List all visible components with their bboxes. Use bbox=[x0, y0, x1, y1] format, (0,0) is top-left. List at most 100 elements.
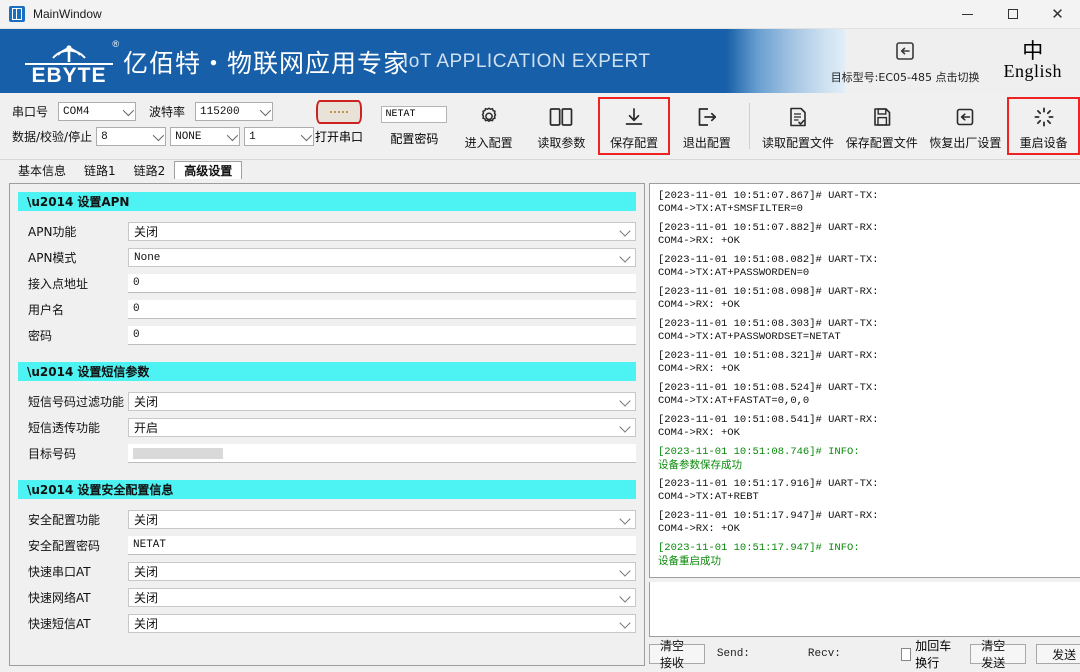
fast-sms-at-label: 快速短信AT bbox=[28, 617, 91, 631]
apn-mode-label: APN模式 bbox=[28, 251, 77, 265]
tab-link2[interactable]: 链路2 bbox=[125, 161, 175, 179]
field-row: 密码 0 bbox=[18, 324, 636, 347]
config-password-group: NETAT 配置密码 bbox=[377, 97, 453, 155]
apn-username-input[interactable]: 0 bbox=[128, 300, 636, 319]
read-params-button[interactable]: 读取参数 bbox=[525, 97, 598, 155]
security-password-input[interactable]: NETAT bbox=[128, 536, 636, 555]
enter-config-label: 进入配置 bbox=[464, 136, 513, 150]
sms-filter-value: 关闭 bbox=[134, 395, 159, 409]
restart-device-button[interactable]: 重启设备 bbox=[1007, 97, 1080, 155]
chevron-down-icon bbox=[619, 591, 631, 603]
section-title-security: 设置安全配置信息 bbox=[77, 483, 174, 497]
fast-uart-at-select[interactable]: 关闭 bbox=[128, 562, 636, 581]
tab-advanced-settings[interactable]: 高级设置 bbox=[174, 161, 243, 179]
field-row: 快速网络AT 关闭 bbox=[18, 586, 636, 609]
clear-receive-button[interactable]: 清空接收 bbox=[649, 639, 705, 670]
fast-uart-at-value: 关闭 bbox=[134, 565, 159, 579]
config-password-input[interactable]: NETAT bbox=[381, 105, 448, 123]
exit-config-button[interactable]: 退出配置 bbox=[670, 97, 743, 155]
parity-select[interactable]: NONE bbox=[170, 127, 241, 146]
clear-send-button[interactable]: 清空发送 bbox=[970, 639, 1027, 670]
sms-form: 短信号码过滤功能 关闭 短信透传功能 开启 目标号码 bbox=[10, 381, 644, 472]
security-function-select[interactable]: 关闭 bbox=[128, 510, 636, 529]
target-number-label: 目标号码 bbox=[28, 447, 77, 461]
field-row: 快速短信AT 关闭 bbox=[18, 612, 636, 635]
log-entry: [2023-11-01 10:51:08.524]# UART-TX: COM4-… bbox=[658, 382, 1080, 407]
log-entry-head: [2023-11-01 10:51:17.947]# UART-RX: bbox=[658, 510, 879, 522]
databits-value: 8 bbox=[101, 130, 108, 143]
apn-function-label: APN功能 bbox=[28, 225, 77, 239]
receive-log[interactable]: [2023-11-01 10:51:07.867]# UART-TX: COM4-… bbox=[649, 183, 1080, 578]
fast-uart-at-label: 快速串口AT bbox=[28, 565, 91, 579]
fast-sms-at-value: 关闭 bbox=[134, 617, 159, 631]
fast-network-at-select[interactable]: 关闭 bbox=[128, 588, 636, 607]
serial-monitor-panel: [2023-11-01 10:51:07.867]# UART-TX: COM4-… bbox=[649, 183, 1080, 670]
minimize-button[interactable] bbox=[945, 0, 990, 28]
baud-select[interactable]: 115200 bbox=[195, 102, 274, 121]
minimize-icon bbox=[962, 13, 973, 15]
chevron-down-icon bbox=[619, 395, 631, 407]
data-parity-stop-label: 数据/校验/停止 bbox=[12, 130, 93, 144]
save-config-button[interactable]: 保存配置 bbox=[597, 97, 671, 155]
chevron-down-icon bbox=[619, 225, 631, 237]
save-config-file-button[interactable]: 保存配置文件 bbox=[840, 97, 924, 155]
read-config-file-button[interactable]: 读取配置文件 bbox=[756, 97, 840, 155]
tab-link1[interactable]: 链路1 bbox=[75, 161, 125, 179]
stopbits-select[interactable]: 1 bbox=[244, 127, 315, 146]
open-port-button[interactable]: 打开串口 bbox=[305, 100, 373, 145]
send-input[interactable] bbox=[649, 582, 1080, 637]
apn-mode-value: None bbox=[134, 251, 161, 264]
section-header-security: \u2014 设置安全配置信息 bbox=[18, 480, 636, 499]
factory-reset-button[interactable]: 恢复出厂设置 bbox=[924, 97, 1008, 155]
append-crlf-checkbox[interactable]: 加回车换行 bbox=[900, 637, 960, 671]
brand-header: ® EBYTE 亿佰特・物联网应用专家 IoT APPLICATION EXPE… bbox=[0, 29, 1080, 93]
log-entry: [2023-11-01 10:51:07.882]# UART-RX: COM4-… bbox=[658, 222, 1080, 247]
brand-slogan-en: IoT APPLICATION EXPERT bbox=[403, 51, 651, 72]
exit-icon bbox=[695, 101, 719, 129]
recv-counter-label: Recv: bbox=[807, 648, 841, 660]
sms-filter-select[interactable]: 关闭 bbox=[128, 392, 636, 411]
field-row: 用户名 0 bbox=[18, 298, 636, 321]
header-gradient bbox=[700, 29, 845, 93]
security-password-label: 安全配置密码 bbox=[28, 539, 101, 553]
section-header-sms: \u2014 设置短信参数 bbox=[18, 362, 636, 381]
model-switch-button[interactable]: 目标型号:EC05-485 点击切换 bbox=[830, 38, 980, 85]
checkbox-box bbox=[900, 647, 912, 661]
log-entry: [2023-11-01 10:51:08.321]# UART-RX: COM4-… bbox=[658, 350, 1080, 375]
fast-sms-at-select[interactable]: 关闭 bbox=[128, 614, 636, 633]
stopbits-value: 1 bbox=[249, 130, 256, 143]
log-entry: [2023-11-01 10:51:08.098]# UART-RX: COM4-… bbox=[658, 286, 1080, 311]
databits-select[interactable]: 8 bbox=[96, 127, 167, 146]
send-button[interactable]: 发送 bbox=[1036, 644, 1080, 664]
chevron-down-icon bbox=[122, 104, 135, 117]
floppy-icon bbox=[871, 101, 893, 129]
serial-row-port: 串口号 COM4 波特率 115200 bbox=[12, 102, 274, 121]
close-button[interactable]: ✕ bbox=[1035, 0, 1080, 28]
restart-device-label: 重启设备 bbox=[1019, 136, 1068, 150]
log-entry-head: [2023-11-01 10:51:08.524]# UART-TX: bbox=[658, 382, 879, 394]
apn-address-input[interactable]: 0 bbox=[128, 274, 636, 293]
settings-panel: \u2014 设置APN APN功能 关闭 APN模式 None 接入点地址 0… bbox=[9, 183, 645, 666]
tab-basic-info[interactable]: 基本信息 bbox=[9, 161, 75, 179]
model-switch-label: 目标型号:EC05-485 点击切换 bbox=[830, 70, 980, 84]
port-select[interactable]: COM4 bbox=[58, 102, 137, 121]
factory-reset-label: 恢复出厂设置 bbox=[929, 136, 1002, 150]
language-toggle[interactable]: 中 English bbox=[1003, 40, 1062, 82]
exit-config-label: 退出配置 bbox=[682, 136, 731, 150]
section-title-sms: 设置短信参数 bbox=[77, 365, 150, 379]
maximize-icon bbox=[1007, 9, 1018, 19]
log-entry-head: [2023-11-01 10:51:07.867]# UART-TX: bbox=[658, 190, 879, 202]
apn-password-input[interactable]: 0 bbox=[128, 326, 636, 345]
target-number-input[interactable] bbox=[128, 444, 636, 463]
log-entry: [2023-11-01 10:51:08.541]# UART-RX: COM4-… bbox=[658, 414, 1080, 439]
enter-config-button[interactable]: 进入配置 bbox=[452, 97, 525, 155]
maximize-button[interactable] bbox=[990, 0, 1035, 28]
apn-function-select[interactable]: 关闭 bbox=[128, 222, 636, 241]
gear-icon bbox=[477, 101, 501, 129]
log-entry: [2023-11-01 10:51:08.082]# UART-TX: COM4-… bbox=[658, 254, 1080, 279]
chevron-down-icon bbox=[259, 104, 272, 117]
sms-transparent-select[interactable]: 开启 bbox=[128, 418, 636, 437]
apn-mode-select[interactable]: None bbox=[128, 248, 636, 267]
brand-slogan-cn: 亿佰特・物联网应用专家 bbox=[123, 49, 410, 78]
main-content: \u2014 设置APN APN功能 关闭 APN模式 None 接入点地址 0… bbox=[0, 183, 1080, 672]
